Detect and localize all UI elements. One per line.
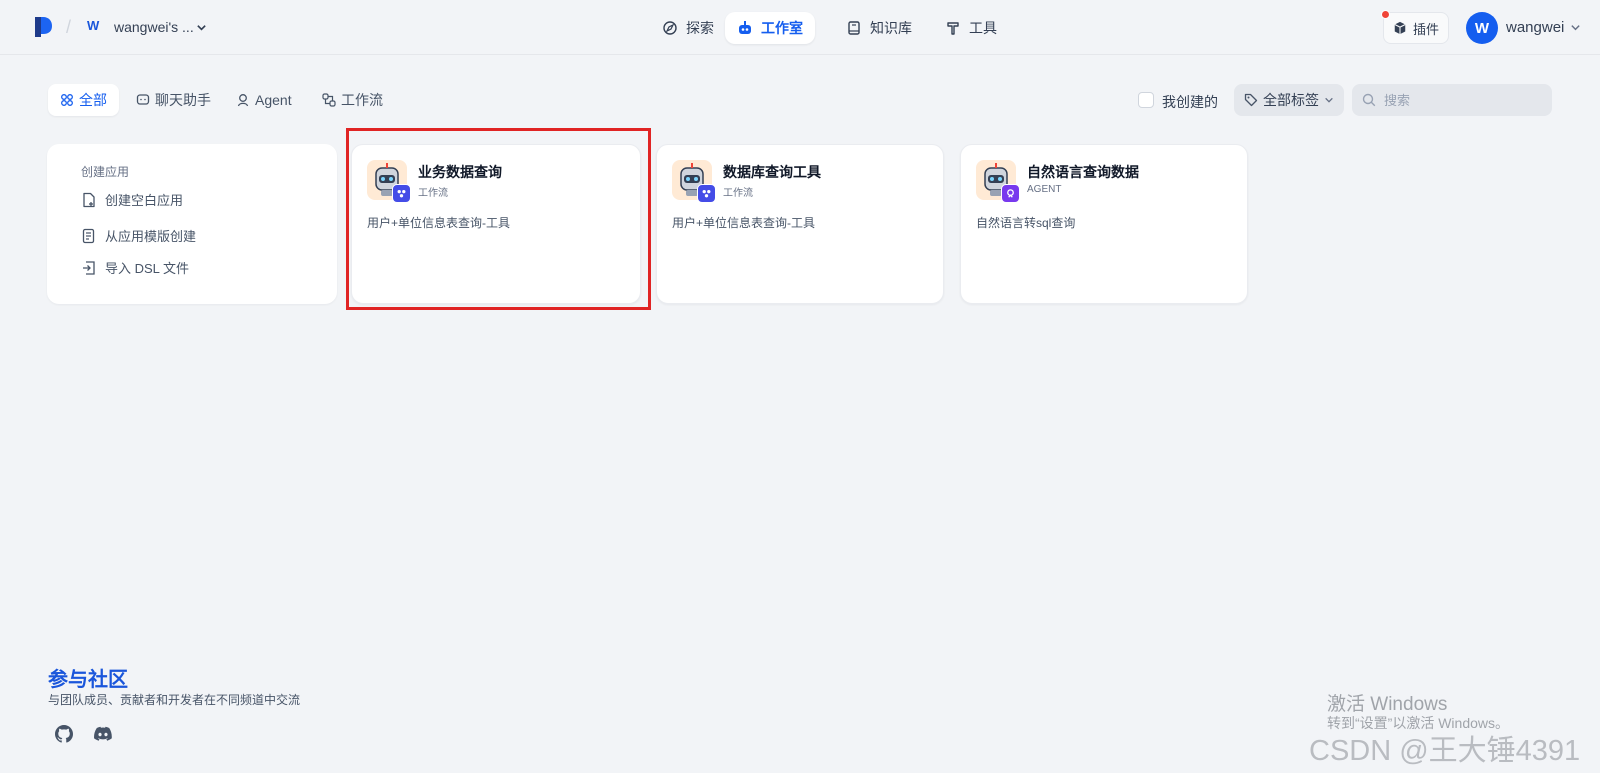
tab-workflow-label: 工作流 (341, 92, 383, 108)
nav-knowledge[interactable]: 知识库 (834, 12, 924, 44)
search-box[interactable] (1352, 84, 1552, 116)
create-template-label: 从应用模版创建 (105, 229, 197, 244)
create-blank-label: 创建空白应用 (105, 193, 184, 208)
breadcrumb-separator: / (66, 17, 72, 37)
robot-icon (739, 21, 751, 34)
chevron-down-icon[interactable] (1570, 22, 1581, 33)
app-name: 自然语言查询数据 (1027, 164, 1139, 180)
plugins-button[interactable]: 插件 (1381, 10, 1449, 44)
nav-explore-label: 探索 (686, 20, 714, 36)
robot-avatar-icon (672, 160, 716, 203)
search-input[interactable] (1382, 91, 1536, 109)
tab-agent[interactable]: Agent (224, 84, 304, 116)
book-icon (848, 21, 860, 35)
discord-icon[interactable] (94, 725, 112, 743)
hammer-icon (947, 22, 959, 35)
chat-icon (136, 94, 150, 105)
nav-explore[interactable]: 探索 (650, 12, 726, 44)
tag-icon (1244, 93, 1258, 107)
plugins-label: 插件 (1412, 21, 1439, 37)
nav-studio[interactable]: 工作室 (725, 12, 815, 44)
app-description: 自然语言转sql查询 (976, 216, 1076, 230)
community-title: 参与社区 (48, 669, 128, 691)
top-header: / W wangwei's ... 探索 工作室 知识库 工具 插件 W wan… (0, 0, 1600, 55)
template-icon (82, 228, 95, 243)
highlight-box (346, 128, 651, 310)
create-app-card: 创建应用 创建空白应用 从应用模版创建 导入 DSL 文件 (47, 144, 337, 304)
tag-filter-dropdown[interactable]: 全部标签 (1234, 84, 1344, 116)
app-card[interactable]: 数据库查询工具 工作流 用户+单位信息表查询-工具 (656, 144, 944, 304)
app-type: AGENT (1027, 184, 1062, 195)
workspace-badge[interactable]: W (87, 18, 99, 33)
workspace-name[interactable]: wangwei's ... (114, 19, 194, 35)
nav-tools[interactable]: 工具 (933, 12, 1009, 44)
create-app-title: 创建应用 (81, 165, 130, 179)
tab-chat-label: 聊天助手 (155, 92, 211, 108)
created-by-me-label[interactable]: 我创建的 (1162, 92, 1218, 112)
app-logo-icon[interactable] (33, 16, 53, 38)
import-dsl-label: 导入 DSL 文件 (105, 261, 190, 276)
nav-studio-label: 工作室 (761, 20, 803, 36)
agent-badge-icon (1001, 184, 1020, 203)
notification-dot (1381, 10, 1390, 19)
tab-agent-label: Agent (255, 92, 292, 108)
created-by-me-checkbox[interactable] (1138, 92, 1154, 108)
tab-all[interactable]: 全部 (48, 84, 119, 116)
app-type: 工作流 (723, 188, 753, 199)
csdn-watermark: CSDN @王大锤4391 (1309, 735, 1581, 767)
app-name: 数据库查询工具 (723, 164, 821, 180)
import-dsl-file[interactable]: 导入 DSL 文件 (81, 258, 189, 277)
tab-chat-assistant[interactable]: 聊天助手 (124, 84, 223, 116)
github-icon[interactable] (55, 725, 73, 743)
community-description: 与团队成员、贡献者和开发者在不同频道中交流 (48, 693, 301, 707)
user-name[interactable]: wangwei (1506, 19, 1564, 36)
tab-workflow[interactable]: 工作流 (310, 84, 395, 116)
chevron-down-icon (1325, 97, 1333, 103)
nav-tools-label: 工具 (969, 20, 997, 36)
app-description: 用户+单位信息表查询-工具 (672, 216, 816, 230)
windows-activation-title: 激活 Windows (1327, 694, 1448, 715)
tag-filter-label: 全部标签 (1263, 92, 1319, 108)
create-from-template[interactable]: 从应用模版创建 (81, 226, 196, 245)
explore-icon (663, 21, 677, 35)
import-icon (83, 260, 95, 275)
robot-avatar-icon (976, 160, 1020, 203)
app-card[interactable]: 自然语言查询数据 AGENT 自然语言转sql查询 (960, 144, 1248, 304)
user-avatar[interactable]: W (1466, 12, 1498, 44)
file-plus-icon (83, 192, 95, 207)
create-blank-app[interactable]: 创建空白应用 (81, 190, 183, 209)
workflow-badge-icon (697, 184, 716, 203)
chevron-down-icon[interactable] (196, 22, 207, 33)
grid-icon (61, 94, 73, 106)
tab-all-label: 全部 (79, 92, 107, 108)
nav-knowledge-label: 知识库 (870, 20, 912, 36)
workflow-icon (322, 93, 336, 107)
search-icon (1362, 93, 1376, 107)
cube-icon (1394, 21, 1406, 35)
agent-icon (237, 94, 249, 107)
